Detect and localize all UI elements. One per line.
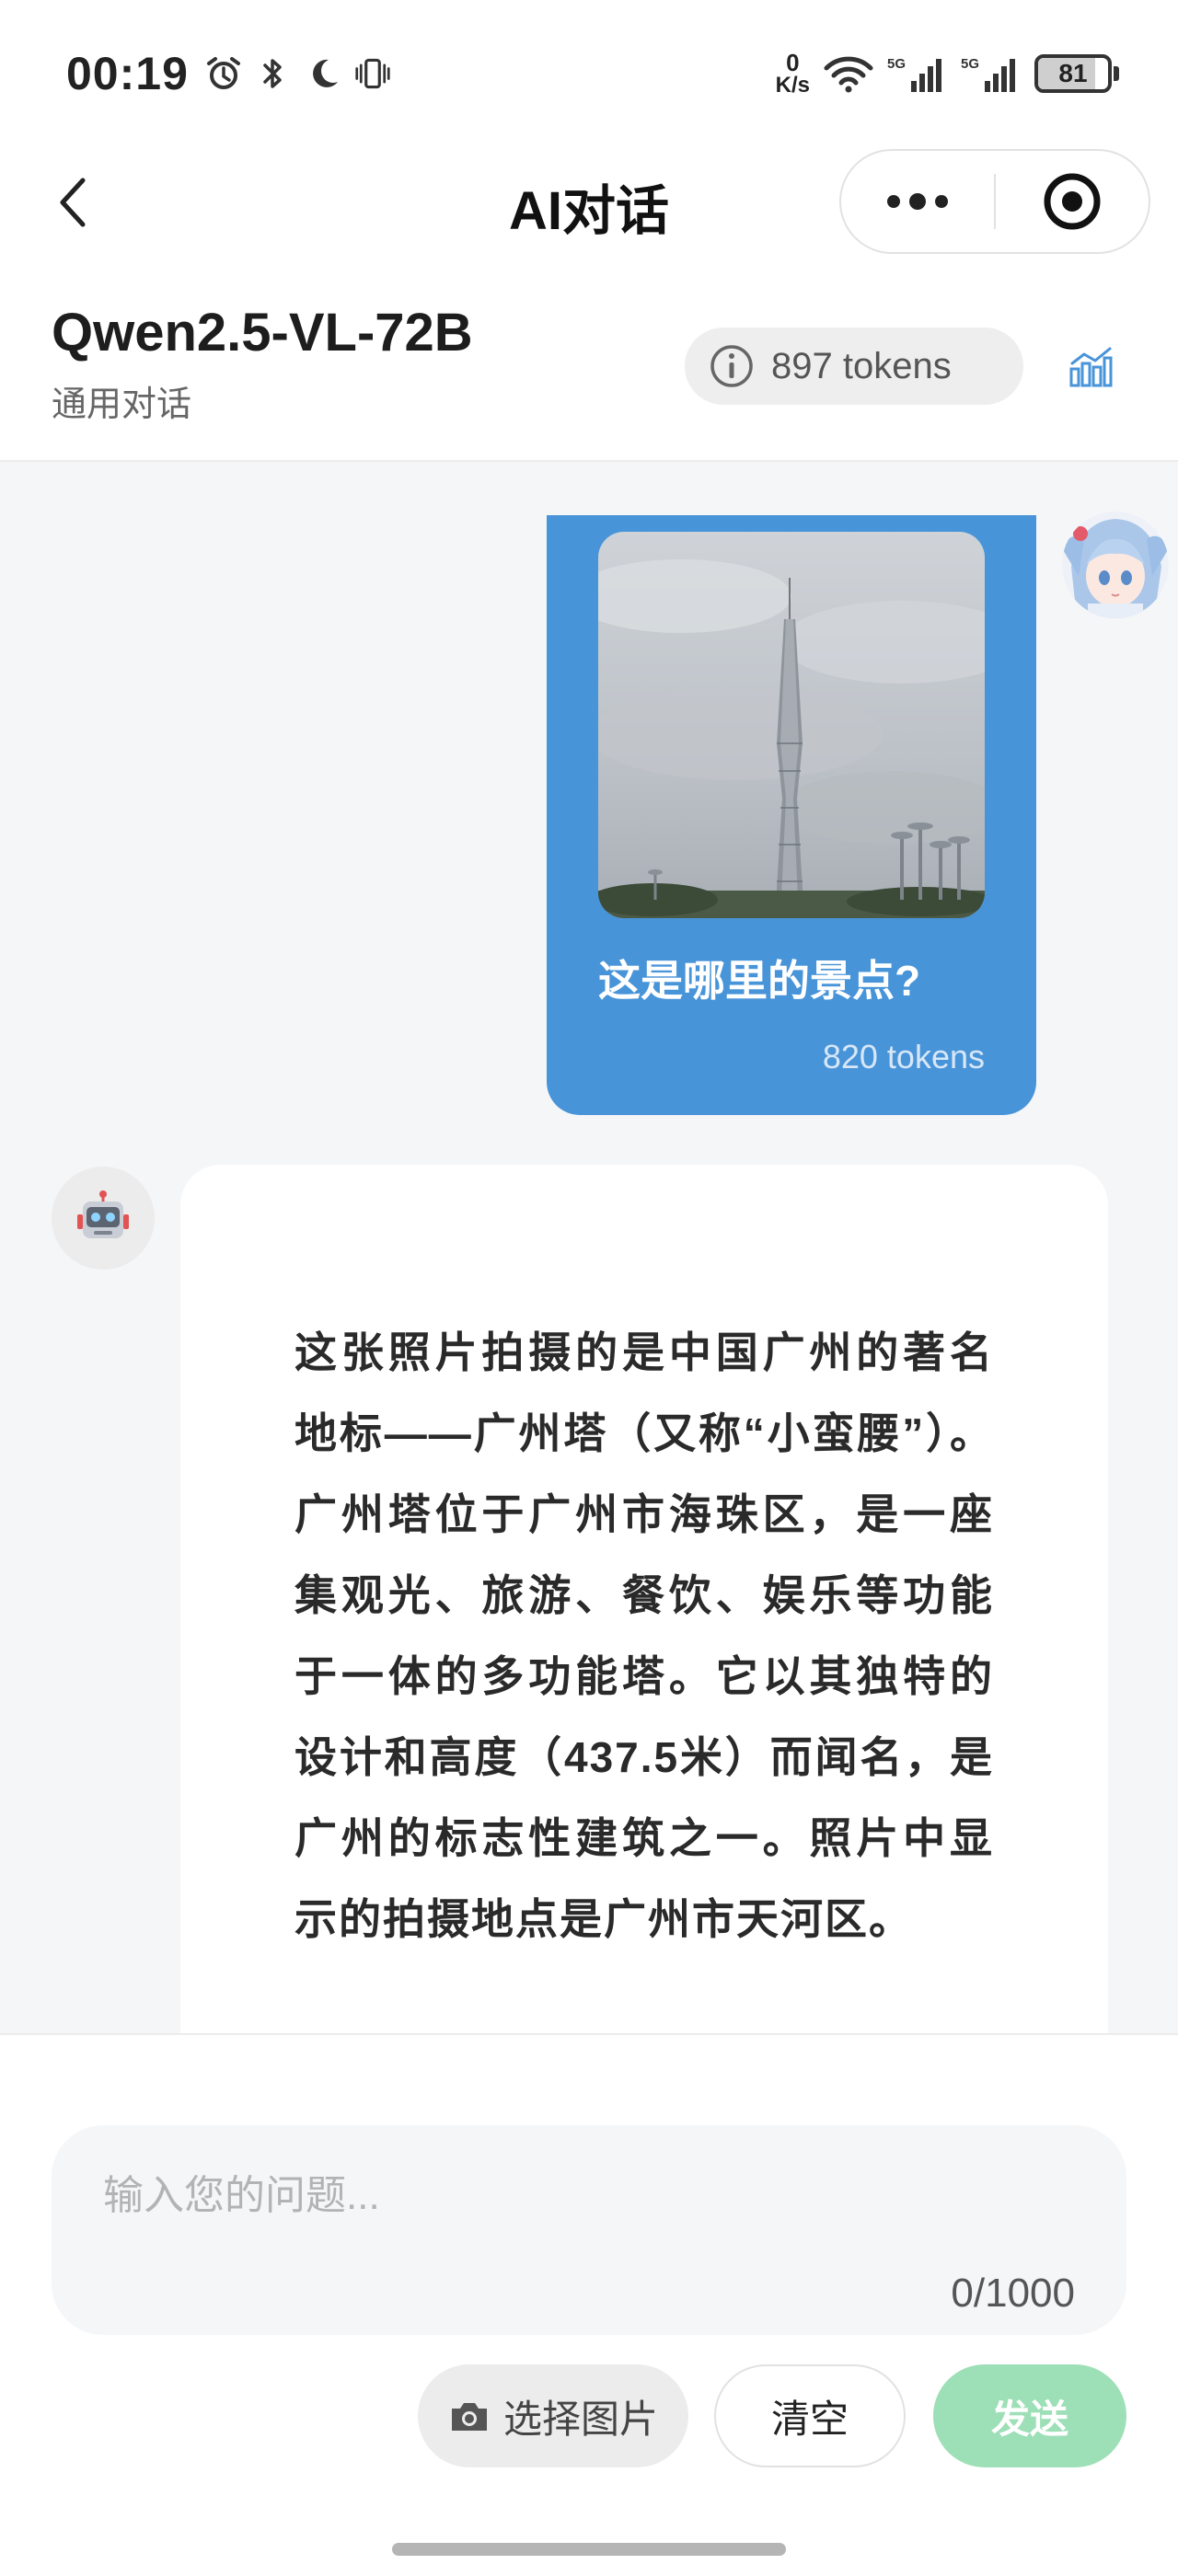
status-time: 00:19: [66, 48, 189, 99]
more-icon: [887, 193, 948, 210]
bluetooth-icon: [255, 55, 292, 92]
user-message-text: 这是哪里的景点?: [598, 957, 921, 1005]
user-avatar: [1062, 512, 1169, 618]
battery-indicator: 81: [1034, 54, 1119, 93]
status-icons: [205, 55, 391, 92]
stats-button[interactable]: [1060, 337, 1121, 397]
nav-bar: AI对话: [0, 147, 1178, 258]
input-area: 0/1000 选择图片 清空 发送: [0, 2033, 1178, 2576]
status-bar: 00:19 0 K/s 5G 5G 81: [0, 0, 1178, 147]
more-button[interactable]: [841, 151, 994, 252]
close-mini-program-button[interactable]: [996, 151, 1149, 252]
anime-avatar-image: [1062, 512, 1169, 618]
user-message-tokens: 820 tokens: [822, 1038, 985, 1075]
token-usage-badge[interactable]: 897 tokens: [685, 328, 1023, 405]
svg-text:5G: 5G: [961, 56, 979, 72]
robot-icon: [77, 1190, 129, 1238]
char-counter: 0/1000: [951, 2271, 1075, 2316]
home-indicator[interactable]: [392, 2543, 786, 2556]
canton-tower-photo: [598, 532, 985, 918]
clear-label: 清空: [770, 2397, 849, 2441]
alarm-icon: [205, 55, 242, 92]
svg-text:5G: 5G: [887, 56, 906, 72]
choose-image-label: 选择图片: [502, 2397, 658, 2441]
assistant-message-text: 这张照片拍摄的是中国广州的著名地标——广州塔（又称“小蛮腰”）。广州塔位于广州市…: [294, 1328, 995, 1943]
assistant-avatar: [52, 1167, 155, 1270]
mini-program-capsule: [839, 149, 1150, 254]
send-button[interactable]: 发送: [933, 2364, 1126, 2467]
model-name: Qwen2.5-VL-72B: [52, 303, 473, 362]
wifi-icon: [823, 55, 874, 93]
status-left: 00:19: [66, 47, 391, 100]
net-speed: 0 K/s: [775, 49, 810, 98]
status-right: 0 K/s 5G 5G 81: [776, 51, 1119, 97]
user-message-bubble: 这是哪里的景点? 820 tokens: [547, 515, 1036, 1115]
chat-area[interactable]: 这是哪里的景点? 820 tokens 这张照片拍摄的是中国广州的著名地标——广…: [0, 462, 1178, 2033]
vibrate-icon: [354, 55, 391, 92]
signal-5g-icon: 5G: [887, 55, 948, 92]
stats-icon: [1069, 347, 1113, 387]
user-uploaded-image[interactable]: [598, 532, 985, 918]
token-count: 897 tokens: [771, 345, 952, 386]
choose-image-button[interactable]: 选择图片: [418, 2364, 688, 2467]
moon-icon: [305, 55, 341, 92]
question-input-box[interactable]: 0/1000: [52, 2125, 1126, 2335]
signal-5g-icon: 5G: [961, 55, 1022, 92]
info-icon: [710, 345, 753, 387]
model-header: Qwen2.5-VL-72B 通用对话 897 tokens: [0, 276, 1178, 462]
assistant-message-bubble: 这张照片拍摄的是中国广州的著名地标——广州塔（又称“小蛮腰”）。广州塔位于广州市…: [180, 1165, 1108, 2033]
battery-percent: 81: [1058, 59, 1088, 87]
record-icon: [1044, 173, 1101, 230]
clear-button[interactable]: 清空: [714, 2364, 906, 2467]
send-label: 发送: [990, 2397, 1068, 2441]
camera-icon: [451, 2403, 487, 2431]
model-mode: 通用对话: [52, 385, 192, 424]
